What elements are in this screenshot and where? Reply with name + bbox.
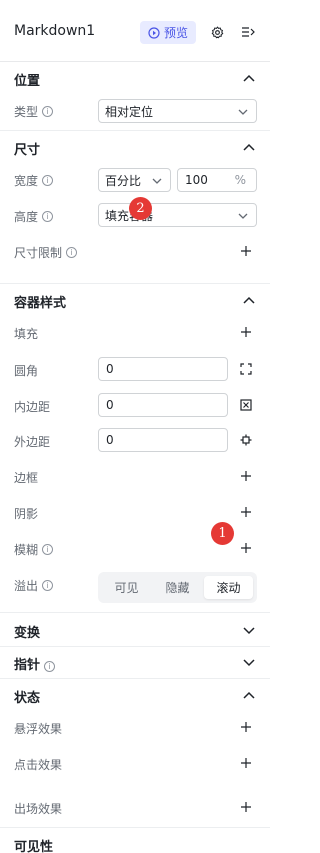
padding-icon[interactable]: [240, 399, 252, 411]
preview-button[interactable]: 预览: [140, 21, 196, 44]
divider: [0, 283, 270, 284]
add-fill-icon[interactable]: [240, 326, 252, 338]
size-limit-row-label: 尺寸限制 i: [14, 244, 78, 261]
info-icon[interactable]: i: [42, 580, 54, 591]
chevron-down-icon: [152, 178, 162, 184]
add-enter-effect-icon[interactable]: [240, 801, 252, 813]
section-position-label: 位置: [14, 74, 41, 89]
divider: [0, 612, 270, 613]
chevron-down-icon: [243, 627, 255, 635]
add-border-icon[interactable]: [240, 470, 252, 482]
info-icon[interactable]: i: [44, 661, 56, 672]
padding-label: 内边距: [14, 400, 51, 414]
overflow-label: 溢出: [14, 579, 39, 593]
info-icon[interactable]: i: [42, 106, 54, 117]
divider: [0, 646, 270, 647]
overflow-option-visible[interactable]: 可见: [102, 576, 151, 599]
width-unit: %: [234, 173, 246, 187]
divider: [0, 130, 270, 131]
width-label: 宽度: [14, 174, 39, 188]
blur-label: 模糊: [14, 543, 39, 557]
section-transform-label: 变换: [14, 626, 41, 641]
chevron-up-icon: [243, 296, 255, 304]
height-select[interactable]: 填充容器: [98, 203, 257, 227]
padding-value: 0: [106, 398, 114, 412]
chevron-up-icon: [243, 74, 255, 82]
corner-radius-icon[interactable]: [240, 363, 252, 375]
click-effect-label: 点击效果: [14, 758, 63, 772]
margin-value: 0: [106, 433, 114, 447]
section-visibility[interactable]: 可见性: [0, 834, 270, 853]
info-icon[interactable]: i: [66, 247, 78, 258]
overflow-row-label: 溢出 i: [14, 577, 54, 594]
section-size[interactable]: 尺寸: [0, 137, 270, 159]
radius-input[interactable]: 0: [98, 357, 228, 381]
width-mode-select[interactable]: 百分比: [98, 168, 171, 192]
play-circle-icon: [148, 26, 160, 39]
annotation-badge-1: 1: [211, 522, 234, 545]
section-container-label: 容器样式: [14, 296, 67, 311]
padding-input[interactable]: 0: [98, 393, 228, 417]
divider: [0, 827, 270, 828]
section-transform[interactable]: 变换: [0, 620, 270, 642]
section-position[interactable]: 位置: [0, 68, 270, 90]
margin-input[interactable]: 0: [98, 428, 228, 452]
info-icon[interactable]: i: [42, 211, 54, 222]
section-pointer[interactable]: 指针 i: [0, 652, 270, 674]
section-pointer-label: 指针 i: [14, 654, 56, 673]
blur-row-label: 模糊 i: [14, 541, 54, 558]
enter-effect-label: 出场效果: [14, 802, 63, 816]
pointer-label-text: 指针: [14, 658, 41, 673]
type-label: 类型: [14, 105, 39, 119]
fill-label: 填充: [14, 327, 39, 341]
chevron-down-icon: [238, 109, 248, 115]
radius-label: 圆角: [14, 364, 39, 378]
width-value: 100: [185, 173, 208, 187]
add-size-limit-icon[interactable]: [240, 245, 252, 257]
border-label: 边框: [14, 471, 39, 485]
margin-label: 外边距: [14, 435, 51, 449]
width-mode-value: 百分比: [105, 173, 142, 188]
gear-icon[interactable]: [209, 24, 225, 40]
annotation-badge-2: 2: [129, 197, 152, 220]
overflow-segmented-control: 可见 隐藏 滚动: [98, 572, 257, 603]
component-title: Markdown1: [14, 23, 96, 39]
add-click-effect-icon[interactable]: [240, 757, 252, 769]
type-row-label: 类型 i: [14, 103, 54, 120]
chevron-up-icon: [243, 143, 255, 151]
divider: [0, 678, 270, 679]
section-size-label: 尺寸: [14, 143, 41, 158]
section-state-label: 状态: [14, 691, 41, 706]
shadow-label: 阴影: [14, 507, 39, 521]
overflow-option-scroll[interactable]: 滚动: [204, 576, 253, 599]
hover-effect-label: 悬浮效果: [14, 722, 63, 736]
width-input[interactable]: 100 %: [177, 168, 257, 192]
margin-icon[interactable]: [240, 434, 252, 446]
chevron-down-icon: [243, 659, 255, 667]
overflow-option-hidden[interactable]: 隐藏: [153, 576, 202, 599]
info-icon[interactable]: i: [42, 544, 54, 555]
height-label: 高度: [14, 210, 39, 224]
size-limit-label: 尺寸限制: [14, 246, 63, 260]
section-visibility-label: 可见性: [14, 840, 54, 853]
chevron-up-icon: [243, 691, 255, 699]
info-icon[interactable]: i: [42, 175, 54, 186]
width-row-label: 宽度 i: [14, 172, 54, 189]
add-blur-icon[interactable]: [240, 542, 252, 554]
height-row-label: 高度 i: [14, 208, 54, 225]
preview-label: 预览: [163, 26, 188, 40]
position-type-value: 相对定位: [105, 104, 154, 119]
section-container-style[interactable]: 容器样式: [0, 290, 270, 312]
chevron-down-icon: [238, 213, 248, 219]
collapse-panel-icon[interactable]: [240, 24, 256, 40]
panel-header: Markdown1 预览: [0, 0, 270, 62]
add-hover-effect-icon[interactable]: [240, 721, 252, 733]
section-state[interactable]: 状态: [0, 685, 270, 707]
add-shadow-icon[interactable]: [240, 506, 252, 518]
position-type-select[interactable]: 相对定位: [98, 99, 257, 123]
radius-value: 0: [106, 362, 114, 376]
